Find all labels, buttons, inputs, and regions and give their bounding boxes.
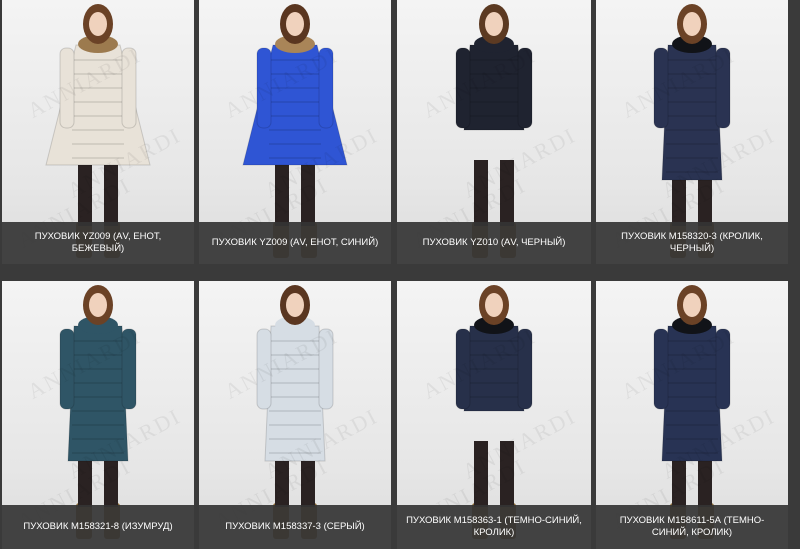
leg-left xyxy=(474,160,488,226)
leg-right xyxy=(500,160,514,226)
sleeve-right xyxy=(715,328,731,410)
coat xyxy=(67,325,129,462)
sleeve-left xyxy=(455,47,471,129)
product-grid: ANNIARDIANNIARDIANNIARDI ПУХОВИК YZ009 (… xyxy=(0,0,800,549)
product-title[interactable]: ПУХОВИК M158363-1 (ТЕМНО-СИНИЙ, КРОЛИК) xyxy=(397,505,591,549)
face xyxy=(286,12,304,36)
face xyxy=(683,12,701,36)
sleeve-left xyxy=(256,328,272,410)
product-title[interactable]: ПУХОВИК M158320-3 (КРОЛИК, ЧЕРНЫЙ) xyxy=(596,222,788,264)
sleeve-right xyxy=(121,328,137,410)
product-card[interactable]: ANNIARDIANNIARDIANNIARDI ПУХОВИК M158337… xyxy=(199,281,391,549)
sleeve-left xyxy=(59,328,75,410)
product-title[interactable]: ПУХОВИК YZ009 (АV, ЕНОТ, СИНИЙ) xyxy=(199,222,391,264)
sleeve-right xyxy=(715,47,731,129)
coat xyxy=(264,325,326,462)
sleeve-left xyxy=(653,47,669,129)
product-title[interactable]: ПУХОВИК M158337-3 (СЕРЫЙ) xyxy=(199,505,391,549)
product-card[interactable]: ANNIARDIANNIARDIANNIARDI ПУХОВИК YZ009 (… xyxy=(199,0,391,264)
leg-right xyxy=(104,160,118,226)
product-card[interactable]: ANNIARDIANNIARDIANNIARDI ПУХОВИК M158321… xyxy=(2,281,194,549)
product-card[interactable]: ANNIARDIANNIARDIANNIARDI ПУХОВИК M158320… xyxy=(596,0,788,264)
leg-right xyxy=(301,160,315,226)
face xyxy=(485,293,503,317)
product-title[interactable]: ПУХОВИК M158611-5А (ТЕМНО-СИНИЙ, КРОЛИК) xyxy=(596,505,788,549)
sleeve-left xyxy=(653,328,669,410)
leg-right xyxy=(500,441,514,507)
face xyxy=(286,293,304,317)
product-card[interactable]: ANNIARDIANNIARDIANNIARDI ПУХОВИК M158611… xyxy=(596,281,788,549)
coat xyxy=(661,44,723,181)
product-title[interactable]: ПУХОВИК M158321-8 (ИЗУМРУД) xyxy=(2,505,194,549)
product-card[interactable]: ANNIARDIANNIARDIANNIARDI ПУХОВИК YZ009 (… xyxy=(2,0,194,264)
face xyxy=(89,12,107,36)
sleeve-right xyxy=(318,47,334,129)
sleeve-right xyxy=(517,328,533,410)
sleeve-left xyxy=(256,47,272,129)
product-card[interactable]: ANNIARDIANNIARDIANNIARDI ПУХОВИК M158363… xyxy=(397,281,591,549)
sleeve-left xyxy=(59,47,75,129)
sleeve-right xyxy=(318,328,334,410)
face xyxy=(683,293,701,317)
product-title[interactable]: ПУХОВИК YZ009 (АV, ЕНОТ, БЕЖЕВЫЙ) xyxy=(2,222,194,264)
coat xyxy=(661,325,723,462)
leg-left xyxy=(275,160,289,226)
leg-left xyxy=(474,441,488,507)
product-title[interactable]: ПУХОВИК YZ010 (АV, ЧЕРНЫЙ) xyxy=(397,222,591,264)
sleeve-left xyxy=(455,328,471,410)
sleeve-right xyxy=(121,47,137,129)
product-card[interactable]: ANNIARDIANNIARDIANNIARDI ПУХОВИК YZ010 (… xyxy=(397,0,591,264)
sleeve-right xyxy=(517,47,533,129)
face xyxy=(485,12,503,36)
leg-left xyxy=(78,160,92,226)
face xyxy=(89,293,107,317)
